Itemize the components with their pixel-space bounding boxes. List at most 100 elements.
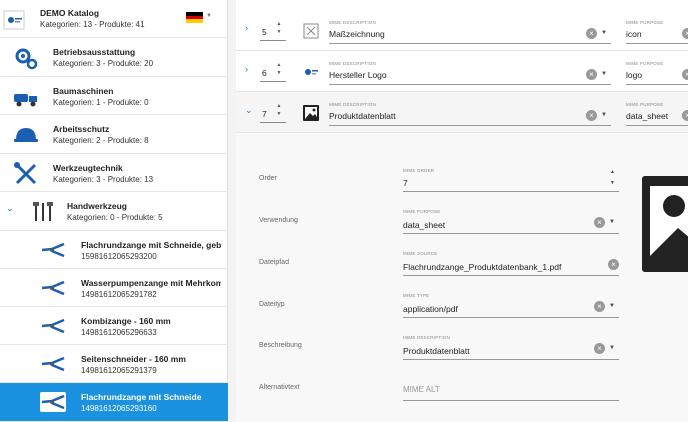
source-field[interactable]: MIME SOURCE Flachrundzange_Produktdatenb… bbox=[403, 251, 619, 276]
mime-description-value[interactable]: Produktdatenblatt bbox=[403, 346, 470, 356]
pliers-icon bbox=[41, 242, 65, 258]
field-underline bbox=[403, 275, 619, 276]
mime-type-value[interactable]: application/pdf bbox=[403, 304, 458, 314]
pliers-icon bbox=[41, 356, 65, 372]
clear-icon[interactable]: × bbox=[586, 28, 597, 39]
pliers-icon bbox=[41, 280, 65, 296]
mime-purpose-value[interactable]: data_sheet bbox=[403, 220, 445, 230]
logo-icon bbox=[305, 69, 318, 75]
stepper-up-icon[interactable]: ▲ bbox=[610, 169, 615, 175]
media-row-expanded[interactable]: ⌄ 7 ▲ ▼ MIME DESCRIPTION Produktdatenblat… bbox=[236, 92, 688, 133]
media-row[interactable]: › 5 ▲ ▼ MIME DESCRIPTION Maßzeichnung × ▼… bbox=[236, 10, 688, 51]
product-item[interactable]: Wasserpumpenzange mit Mehrkomponenten 14… bbox=[0, 269, 228, 307]
category-item-arbeitsschutz[interactable]: Arbeitsschutz Kategorien: 2 - Produkte: … bbox=[0, 115, 228, 154]
hand-tools-icon bbox=[33, 202, 53, 221]
chevron-right-icon[interactable]: › bbox=[245, 64, 248, 74]
type-field[interactable]: MIME TYPE application/pdf × ▼ bbox=[403, 293, 619, 318]
usage-label: Verwendung bbox=[259, 217, 298, 224]
mime-purpose-value[interactable]: icon bbox=[626, 29, 642, 39]
dropdown-caret-icon[interactable]: ▼ bbox=[609, 219, 615, 225]
clear-icon[interactable]: × bbox=[682, 110, 688, 121]
file-path-label: Dateipfad bbox=[259, 259, 289, 266]
description-field[interactable]: MIME DESCRIPTION Produktdatenblatt × ▼ bbox=[403, 335, 619, 360]
mime-alt-placeholder[interactable]: MIME ALT bbox=[403, 385, 440, 394]
category-item-werkzeugtechnik[interactable]: Werkzeugtechnik Kategorien: 3 - Produkte… bbox=[0, 154, 228, 192]
product-id: 15981612065293200 bbox=[81, 252, 157, 261]
clear-icon[interactable]: × bbox=[608, 259, 619, 270]
pliers-icon bbox=[41, 318, 65, 334]
field-underline bbox=[403, 400, 619, 401]
field-underline bbox=[403, 191, 619, 192]
chevron-down-icon[interactable]: ⌄ bbox=[245, 105, 253, 116]
order-value[interactable]: 7 bbox=[262, 109, 267, 119]
clear-icon[interactable]: × bbox=[594, 301, 605, 312]
description-underline bbox=[329, 43, 611, 44]
category-name: Werkzeugtechnik bbox=[53, 163, 123, 173]
media-row[interactable]: › 6 ▲ ▼ MIME DESCRIPTION Hersteller Logo … bbox=[236, 51, 688, 92]
dropdown-caret-icon[interactable]: ▼ bbox=[609, 303, 615, 309]
mime-purpose-label: MIME PURPOSE bbox=[626, 102, 664, 107]
mime-order-value[interactable]: 7 bbox=[403, 178, 408, 188]
mime-source-label: MIME SOURCE bbox=[403, 251, 438, 256]
category-name: Handwerkzeug bbox=[67, 201, 127, 211]
catalog-stats: Kategorien: 13 - Produkte: 41 bbox=[40, 20, 145, 29]
order-field[interactable]: MIME ORDER 7 ▲ ▼ bbox=[403, 168, 619, 192]
product-id: 14981612065293160 bbox=[81, 404, 157, 413]
catalog-header[interactable]: DEMO Katalog Kategorien: 13 - Produkte: … bbox=[0, 0, 228, 38]
mime-description-value[interactable]: Hersteller Logo bbox=[329, 70, 387, 80]
clear-icon[interactable]: × bbox=[594, 343, 605, 354]
image-icon bbox=[303, 105, 319, 121]
product-name: Flachrundzange mit Schneide, gebogen bbox=[81, 240, 221, 250]
purpose-field[interactable]: MIME PURPOSE data_sheet × ▼ bbox=[403, 209, 619, 234]
order-underline bbox=[260, 122, 286, 123]
mime-purpose-label: MIME PURPOSE bbox=[626, 61, 664, 66]
mime-purpose-value[interactable]: data_sheet bbox=[626, 111, 668, 121]
category-item-baumaschinen[interactable]: Baumaschinen Kategorien: 1 - Produkte: 0 bbox=[0, 77, 228, 115]
dropdown-caret-icon[interactable]: ▼ bbox=[609, 345, 615, 351]
clear-icon[interactable]: × bbox=[586, 69, 597, 80]
order-underline bbox=[260, 81, 286, 82]
dropdown-caret-icon[interactable]: ▼ bbox=[601, 71, 607, 77]
chevron-down-icon[interactable]: ⌄ bbox=[6, 203, 14, 214]
category-item-betriebsausstattung[interactable]: Betriebsausstattung Kategorien: 3 - Prod… bbox=[0, 38, 228, 77]
catalog-sidebar: DEMO Katalog Kategorien: 13 - Produkte: … bbox=[0, 0, 228, 422]
mime-description-label: MIME DESCRIPTION bbox=[403, 335, 450, 340]
order-stepper[interactable]: ▲ ▼ bbox=[275, 102, 283, 128]
language-dropdown-icon[interactable]: ▼ bbox=[206, 13, 212, 19]
clear-icon[interactable]: × bbox=[586, 110, 597, 121]
product-item[interactable]: Flachrundzange mit Schneide, gebogen 159… bbox=[0, 231, 228, 269]
clear-icon[interactable]: × bbox=[594, 217, 605, 228]
dropdown-caret-icon[interactable]: ▼ bbox=[601, 30, 607, 36]
media-editor: › 5 ▲ ▼ MIME DESCRIPTION Maßzeichnung × ▼… bbox=[236, 0, 688, 422]
pliers-icon bbox=[40, 392, 66, 412]
category-item-handwerkzeug[interactable]: ⌄ Handwerkzeug Kategorien: 0 - Produkte:… bbox=[0, 192, 228, 231]
catalog-logo-icon bbox=[3, 10, 25, 30]
product-item[interactable]: Kombizange - 160 mm 14981612065296633 bbox=[0, 307, 228, 345]
clear-icon[interactable]: × bbox=[682, 69, 688, 80]
category-stats: Kategorien: 3 - Produkte: 13 bbox=[53, 175, 154, 184]
category-stats: Kategorien: 2 - Produkte: 8 bbox=[53, 136, 149, 145]
order-value[interactable]: 6 bbox=[262, 68, 267, 78]
mime-purpose-value[interactable]: logo bbox=[626, 70, 642, 80]
field-underline bbox=[403, 317, 619, 318]
order-value[interactable]: 5 bbox=[262, 27, 267, 37]
product-item-selected[interactable]: Flachrundzange mit Schneide 149816120652… bbox=[0, 383, 228, 422]
chevron-right-icon[interactable]: › bbox=[245, 23, 248, 33]
mime-description-value[interactable]: Maßzeichnung bbox=[329, 29, 385, 39]
de-flag-icon[interactable] bbox=[186, 12, 203, 23]
product-item[interactable]: Seitenschneider - 160 mm 149816120652913… bbox=[0, 345, 228, 383]
category-name: Betriebsausstattung bbox=[53, 47, 136, 57]
image-preview-icon bbox=[642, 176, 688, 272]
order-stepper[interactable]: ▲ ▼ bbox=[275, 61, 283, 87]
clear-icon[interactable]: × bbox=[682, 28, 688, 39]
product-name: Flachrundzange mit Schneide bbox=[81, 392, 202, 402]
category-stats: Kategorien: 3 - Produkte: 20 bbox=[53, 59, 154, 68]
dropdown-caret-icon[interactable]: ▼ bbox=[601, 112, 607, 118]
order-stepper[interactable]: ▲ ▼ bbox=[275, 20, 283, 46]
mime-description-value[interactable]: Produktdatenblatt bbox=[329, 111, 396, 121]
stepper-down-icon[interactable]: ▼ bbox=[610, 180, 615, 186]
alt-field[interactable]: MIME ALT bbox=[403, 385, 619, 401]
media-detail-panel: Order MIME ORDER 7 ▲ ▼ Verwendung MIME P… bbox=[236, 134, 688, 422]
description-underline bbox=[329, 84, 611, 85]
mime-source-value[interactable]: Flachrundzange_Produktdatenbank_1.pdf bbox=[403, 262, 561, 272]
